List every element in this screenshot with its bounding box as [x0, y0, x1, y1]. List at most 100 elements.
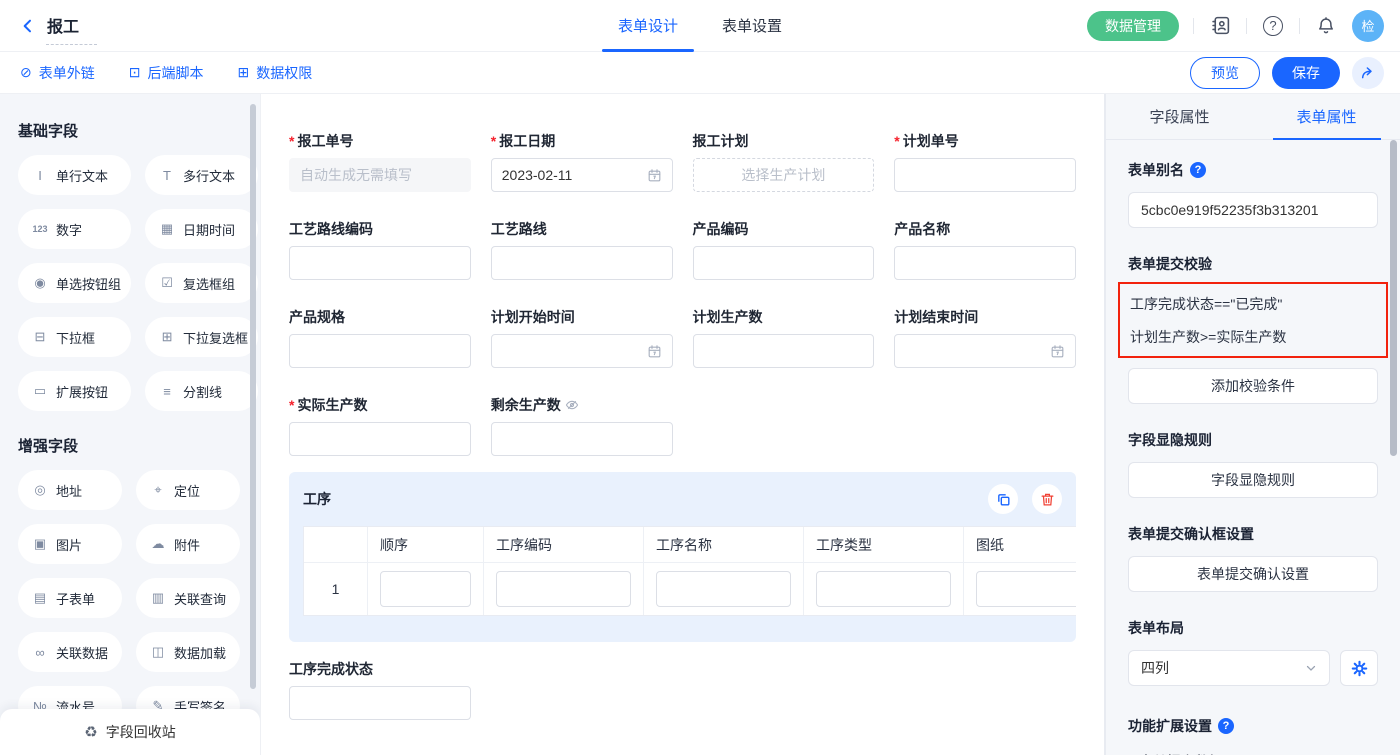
- copy-icon[interactable]: [988, 484, 1018, 514]
- sidebar-field-item[interactable]: ⊟下拉框: [18, 317, 131, 357]
- field-input[interactable]: [289, 246, 471, 280]
- field-label-row: 计划生产数: [693, 308, 875, 326]
- field-input[interactable]: [894, 334, 1076, 368]
- confirm-setting-button[interactable]: 表单提交确认设置: [1128, 556, 1378, 592]
- sidebar-field-item[interactable]: ▥关联查询: [136, 578, 240, 618]
- sidebar-field-grid: ◎地址⌖定位▣图片☁附件▤子表单▥关联查询∞关联数据◫数据加载№流水号✎手写签名: [18, 470, 240, 726]
- sidebar-field-item[interactable]: ▣图片: [18, 524, 122, 564]
- bell-icon[interactable]: [1314, 14, 1338, 38]
- tab-form-properties[interactable]: 表单属性: [1253, 94, 1400, 139]
- user-avatar[interactable]: 检: [1352, 10, 1384, 42]
- sidebar-field-item[interactable]: T多行文本: [145, 155, 258, 195]
- sidebar-field-item[interactable]: ☑复选框组: [145, 263, 258, 303]
- field-input[interactable]: [289, 334, 471, 368]
- sidebar-scrollbar[interactable]: [250, 104, 256, 689]
- field-type-label: 下拉框: [56, 328, 95, 347]
- field-input[interactable]: [289, 686, 471, 720]
- subform-data-row: 1: [304, 563, 1076, 615]
- form-field[interactable]: 产品名称: [894, 220, 1076, 280]
- subform-cell-input[interactable]: [656, 571, 791, 607]
- header-tabs: 表单设计表单设置: [618, 0, 782, 52]
- divider: [1193, 18, 1194, 34]
- subform-cell-input[interactable]: [976, 571, 1076, 607]
- field-type-label: 数据加载: [174, 643, 226, 662]
- panel-scrollbar[interactable]: [1390, 140, 1397, 456]
- back-nav[interactable]: 报工: [20, 7, 97, 45]
- sidebar-field-item[interactable]: ▭扩展按钮: [18, 371, 131, 411]
- form-field[interactable]: 产品规格: [289, 308, 471, 368]
- delete-icon[interactable]: [1032, 484, 1062, 514]
- visibility-rules-button[interactable]: 字段显隐规则: [1128, 462, 1378, 498]
- form-field[interactable]: 计划生产数: [693, 308, 875, 368]
- form-field[interactable]: 工艺路线: [491, 220, 673, 280]
- validation-rule[interactable]: 工序完成状态=="已完成": [1130, 287, 1376, 320]
- field-input[interactable]: [289, 422, 471, 456]
- chevron-down-icon: [1305, 662, 1317, 674]
- form-external-link[interactable]: ⊘表单外链: [20, 63, 95, 83]
- share-button[interactable]: [1352, 57, 1384, 89]
- form-field[interactable]: *计划单号: [894, 132, 1076, 192]
- layout-settings-button[interactable]: [1340, 650, 1378, 686]
- form-field[interactable]: 计划开始时间: [491, 308, 673, 368]
- sidebar-field-item[interactable]: 123数字: [18, 209, 131, 249]
- sidebar-field-item[interactable]: ◉单选按钮组: [18, 263, 131, 303]
- field-input[interactable]: [491, 246, 673, 280]
- sidebar-field-item[interactable]: ∞关联数据: [18, 632, 122, 672]
- field-input[interactable]: [491, 422, 673, 456]
- sidebar-field-item[interactable]: ◎地址: [18, 470, 122, 510]
- validation-rule[interactable]: 计划生产数>=实际生产数: [1130, 320, 1376, 353]
- save-button[interactable]: 保存: [1272, 57, 1340, 89]
- subform-cell-input[interactable]: [380, 571, 471, 607]
- help-icon[interactable]: ?: [1190, 162, 1206, 178]
- field-input[interactable]: 选择生产计划: [693, 158, 875, 192]
- field-recycle-bin[interactable]: ♻ 字段回收站: [0, 709, 260, 755]
- preview-button[interactable]: 预览: [1190, 57, 1260, 89]
- tab-field-properties[interactable]: 字段属性: [1106, 94, 1253, 139]
- field-input[interactable]: [894, 246, 1076, 280]
- subform-cell-input[interactable]: [496, 571, 631, 607]
- field-type-icon: ⌖: [150, 482, 166, 498]
- help-icon[interactable]: ?: [1218, 718, 1234, 734]
- form-field[interactable]: *实际生产数: [289, 396, 471, 456]
- form-field[interactable]: *报工单号自动生成无需填写: [289, 132, 471, 192]
- help-icon[interactable]: ?: [1261, 14, 1285, 38]
- field-input[interactable]: 自动生成无需填写: [289, 158, 471, 192]
- form-field[interactable]: 计划结束时间: [894, 308, 1076, 368]
- validation-annotation-box: 工序完成状态=="已完成"计划生产数>=实际生产数: [1118, 282, 1388, 358]
- field-label-row: *实际生产数: [289, 396, 471, 414]
- form-field[interactable]: 工艺路线编码: [289, 220, 471, 280]
- sidebar-field-item[interactable]: ⌖定位: [136, 470, 240, 510]
- tab-form-settings[interactable]: 表单设置: [722, 0, 782, 52]
- field-input[interactable]: [894, 158, 1076, 192]
- sidebar-field-item[interactable]: ⊞下拉复选框: [145, 317, 258, 357]
- row-index-cell: 1: [304, 563, 368, 615]
- contacts-icon[interactable]: [1208, 14, 1232, 38]
- layout-select[interactable]: 四列: [1128, 650, 1330, 686]
- form-field[interactable]: 报工计划选择生产计划: [693, 132, 875, 192]
- field-label-row: 产品编码: [693, 220, 875, 238]
- field-input[interactable]: [491, 334, 673, 368]
- form-field[interactable]: 剩余生产数: [491, 396, 673, 456]
- form-field[interactable]: 产品编码: [693, 220, 875, 280]
- sidebar-field-item[interactable]: ◫数据加载: [136, 632, 240, 672]
- subform-block[interactable]: 工序 顺序工序编码工序名称工序类型图纸 1: [289, 472, 1076, 642]
- backend-script-link[interactable]: ⊡后端脚本: [129, 63, 204, 83]
- field-input[interactable]: [693, 334, 875, 368]
- page-title[interactable]: 报工: [46, 13, 97, 45]
- form-field[interactable]: 工序完成状态: [289, 660, 471, 750]
- subform-cell-input[interactable]: [816, 571, 951, 607]
- add-validation-button[interactable]: 添加校验条件: [1128, 368, 1378, 404]
- field-input[interactable]: 2023-02-11: [491, 158, 673, 192]
- form-field[interactable]: *报工日期2023-02-11: [491, 132, 673, 192]
- recycle-icon: ♻: [84, 723, 97, 741]
- sidebar-field-item[interactable]: ▦日期时间: [145, 209, 258, 249]
- field-input[interactable]: [693, 246, 875, 280]
- data-manage-button[interactable]: 数据管理: [1087, 11, 1179, 41]
- sidebar-field-item[interactable]: ☁附件: [136, 524, 240, 564]
- tab-form-design[interactable]: 表单设计: [618, 0, 678, 52]
- sidebar-field-item[interactable]: ≡分割线: [145, 371, 258, 411]
- sidebar-field-item[interactable]: I单行文本: [18, 155, 131, 195]
- form-alias-input[interactable]: 5cbc0e919f52235f3b313201: [1128, 192, 1378, 228]
- data-permission-link[interactable]: ⊞数据权限: [237, 63, 312, 83]
- sidebar-field-item[interactable]: ▤子表单: [18, 578, 122, 618]
